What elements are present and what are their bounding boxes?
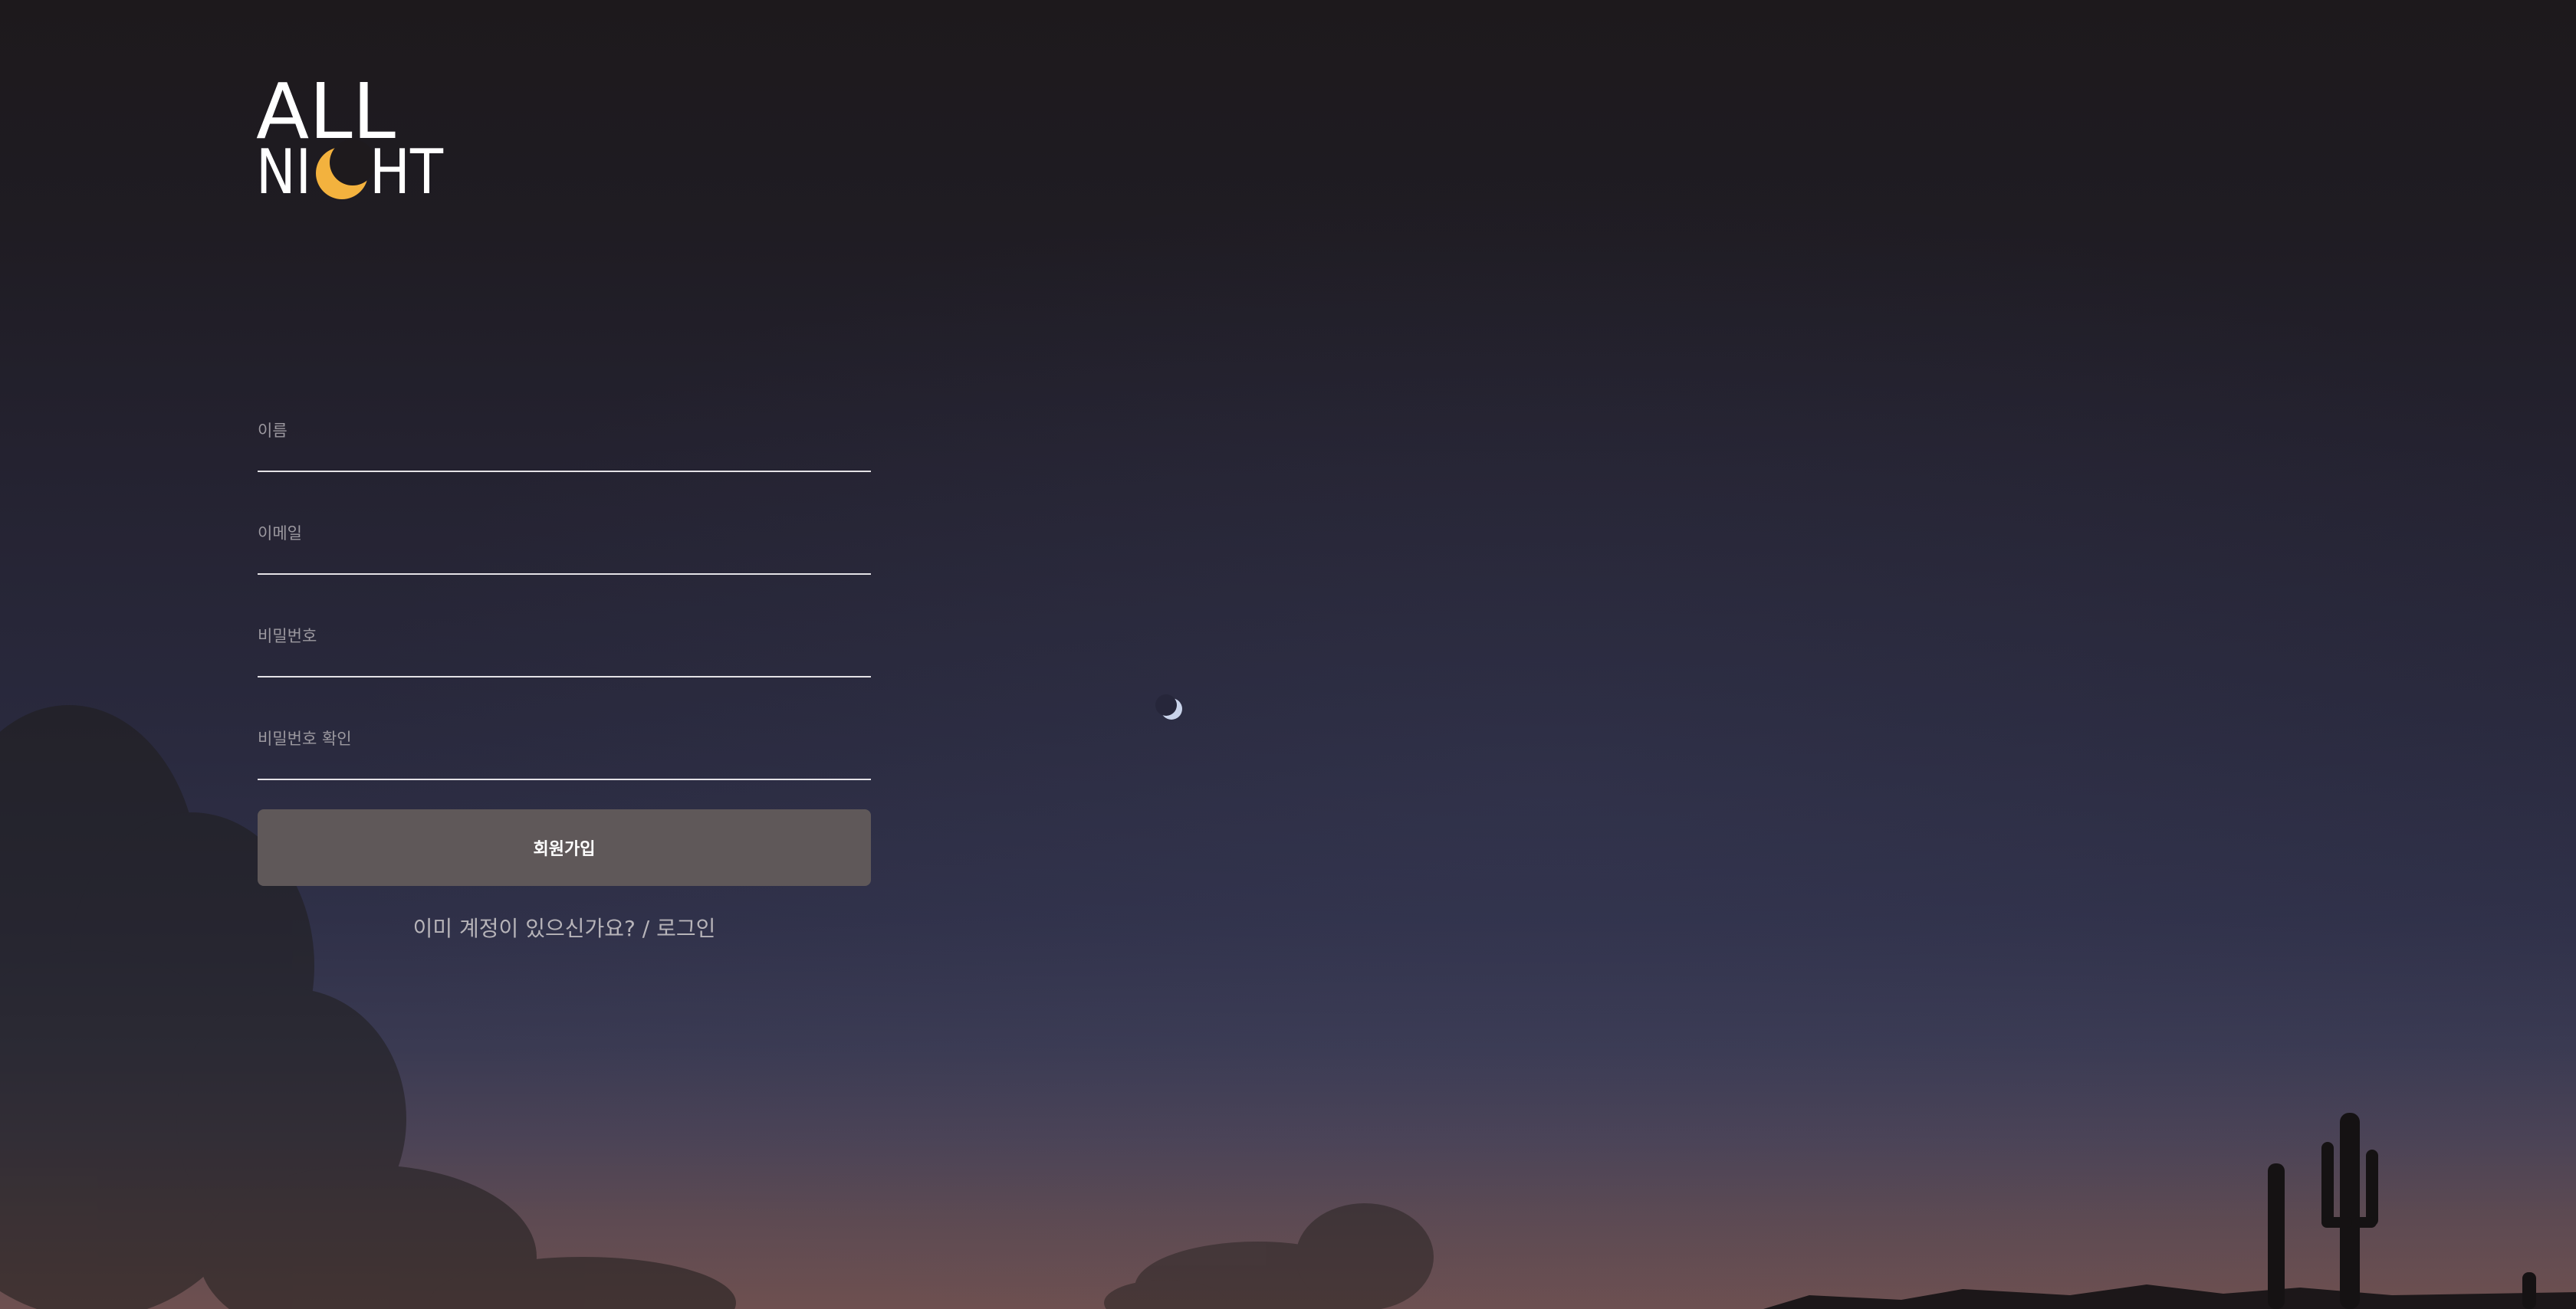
logo-line2-a: NI [256, 136, 311, 201]
logo-line2-b: HT [370, 136, 444, 201]
password-field-group: 비밀번호 [258, 604, 871, 677]
password-input[interactable] [258, 604, 871, 676]
hills-silhouette [1763, 1284, 2576, 1309]
signup-button[interactable]: 회원가입 [258, 809, 871, 886]
allnight-logo: ALL NI HT [256, 71, 445, 201]
login-link[interactable]: 이미 계정이 있으신가요? / 로그인 [258, 912, 871, 943]
shrub-silhouette-center [1104, 1203, 1434, 1309]
password-confirm-field-group: 비밀번호 확인 [258, 707, 871, 780]
email-input[interactable] [258, 501, 871, 573]
cactus-silhouettes [2268, 1113, 2536, 1309]
signup-form: 이름 이메일 비밀번호 비밀번호 확인 회원가입 이미 계정이 있으신가요? /… [258, 399, 871, 943]
name-input[interactable] [258, 399, 871, 471]
password-confirm-input[interactable] [258, 707, 871, 779]
name-field-group: 이름 [258, 399, 871, 472]
email-field-group: 이메일 [258, 501, 871, 575]
crescent-moon-icon [1155, 694, 1182, 720]
